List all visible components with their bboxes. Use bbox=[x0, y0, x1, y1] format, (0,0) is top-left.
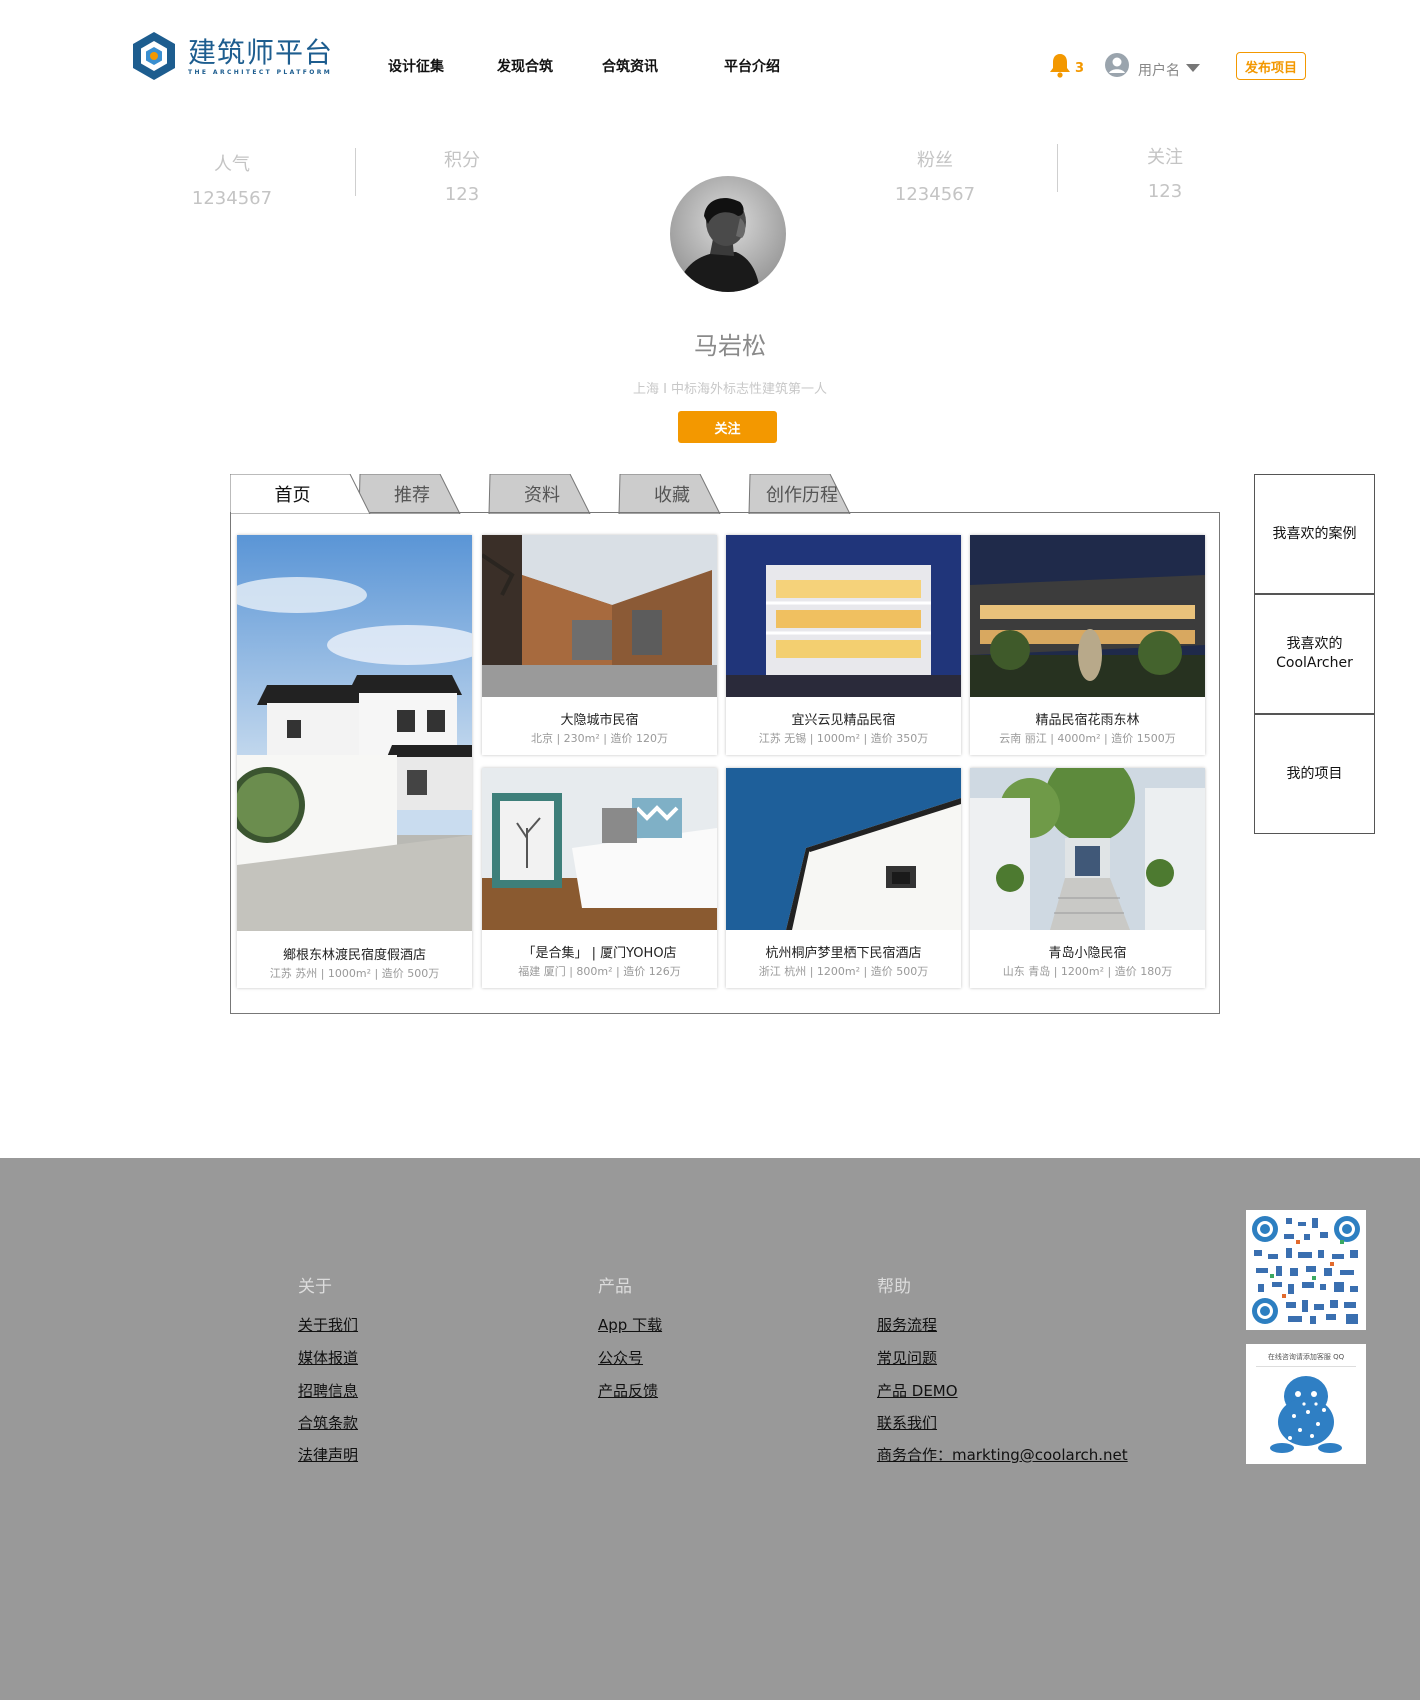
footer-link-media[interactable]: 媒体报道 bbox=[298, 1347, 358, 1368]
stat-points-label: 积分 bbox=[444, 150, 480, 171]
tab-recommend[interactable]: 推荐 bbox=[362, 474, 462, 514]
side-my-projects-label: 我的项目 bbox=[1286, 765, 1343, 782]
project-card[interactable]: 大隐城市民宿 北京 | 230m² | 造价 120万 bbox=[482, 535, 717, 755]
nav-platform-intro[interactable]: 平台介绍 bbox=[724, 56, 780, 76]
footer-about-title: 关于 bbox=[298, 1277, 332, 1297]
project-card[interactable]: 鄉根东林渡民宿度假酒店 江苏 苏州 | 1000m² | 造价 500万 bbox=[237, 535, 472, 988]
footer-link-legal[interactable]: 法律声明 bbox=[298, 1444, 358, 1465]
project-card[interactable]: 「是合集」 | 厦门YOHO店 福建 厦门 | 800m² | 造价 126万 bbox=[482, 768, 717, 988]
project-meta: 江苏 苏州 | 1000m² | 造价 500万 bbox=[269, 967, 440, 980]
stat-popularity: 人气 1234567 bbox=[162, 150, 302, 209]
project-meta: 北京 | 230m² | 造价 120万 bbox=[530, 732, 668, 745]
stat-points: 积分 123 bbox=[392, 146, 532, 205]
side-liked-cases-label: 我喜欢的案例 bbox=[1272, 525, 1357, 542]
stat-fans-label: 粉丝 bbox=[917, 150, 953, 171]
footer-link-faq[interactable]: 常见问题 bbox=[877, 1347, 937, 1368]
project-image bbox=[482, 768, 717, 930]
notification-count: 3 bbox=[1075, 61, 1085, 76]
nav-news[interactable]: 合筑资讯 bbox=[602, 56, 658, 76]
nav-design-collection[interactable]: 设计征集 bbox=[388, 56, 444, 76]
tab-profile-info[interactable]: 资料 bbox=[492, 474, 592, 514]
avatar bbox=[670, 176, 786, 292]
footer-link-jobs[interactable]: 招聘信息 bbox=[298, 1380, 358, 1401]
project-title: 大隐城市民宿 bbox=[560, 713, 639, 728]
bell-icon[interactable] bbox=[1048, 52, 1072, 78]
nav-discover[interactable]: 发现合筑 bbox=[497, 56, 553, 76]
profile-page: 建筑师平台 THE ARCHITECT PLATFORM 设计征集 发现合筑 合… bbox=[0, 0, 1420, 1700]
stat-following-value: 123 bbox=[1147, 181, 1183, 202]
stat-fans: 粉丝 1234567 bbox=[865, 146, 1005, 205]
logo-text-cn: 建筑师平台 bbox=[188, 35, 334, 69]
project-image bbox=[970, 768, 1205, 930]
project-image bbox=[726, 535, 961, 697]
project-title: 精品民宿花雨东林 bbox=[1035, 713, 1140, 728]
tab-creation-history[interactable]: 创作历程 bbox=[752, 474, 852, 514]
project-image bbox=[237, 535, 472, 931]
footer-link-demo[interactable]: 产品 DEMO bbox=[877, 1380, 958, 1401]
project-card[interactable]: 精品民宿花雨东林 云南 丽江 | 4000m² | 造价 1500万 bbox=[970, 535, 1205, 755]
project-card[interactable]: 青岛小隐民宿 山东 青岛 | 1200m² | 造价 180万 bbox=[970, 768, 1205, 988]
footer-link-about-us[interactable]: 关于我们 bbox=[298, 1314, 358, 1335]
project-image bbox=[970, 535, 1205, 697]
project-grid: 鄉根东林渡民宿度假酒店 江苏 苏州 | 1000m² | 造价 500万 大隐城… bbox=[230, 512, 1220, 1014]
stat-fans-value: 1234567 bbox=[894, 184, 976, 205]
project-meta: 山东 青岛 | 1200m² | 造价 180万 bbox=[1002, 965, 1173, 978]
project-title: 青岛小隐民宿 bbox=[1048, 946, 1127, 961]
side-liked-coolarcher[interactable]: 我喜欢的 CoolArcher bbox=[1254, 594, 1375, 714]
footer-link-wechat[interactable]: 公众号 bbox=[598, 1347, 643, 1368]
tab-home[interactable]: 首页 bbox=[230, 474, 355, 514]
tab-favorites[interactable]: 收藏 bbox=[622, 474, 722, 514]
stat-following-label: 关注 bbox=[1147, 147, 1183, 168]
project-title: 「是合集」 | 厦门YOHO店 bbox=[522, 946, 677, 961]
qq-penguin-icon bbox=[1270, 1376, 1342, 1453]
side-liked-cases[interactable]: 我喜欢的案例 bbox=[1254, 474, 1375, 594]
project-card[interactable]: 宜兴云见精品民宿 江苏 无锡 | 1000m² | 造价 350万 bbox=[726, 535, 961, 755]
wechat-qr-code bbox=[1246, 1210, 1366, 1330]
publish-project-button[interactable]: 发布项目 bbox=[1236, 52, 1306, 80]
footer: 关于 关于我们 媒体报道 招聘信息 合筑条款 法律声明 产品 App 下载 公众… bbox=[0, 1158, 1420, 1700]
profile-tabs: 首页 推荐 资料 收藏 创作历程 bbox=[230, 474, 900, 514]
stat-popularity-label: 人气 bbox=[214, 154, 250, 175]
project-title: 宜兴云见精品民宿 bbox=[791, 713, 896, 728]
footer-help-title: 帮助 bbox=[877, 1277, 911, 1297]
stat-points-value: 123 bbox=[444, 184, 480, 205]
site-logo[interactable]: 建筑师平台 THE ARCHITECT PLATFORM bbox=[128, 28, 338, 84]
follow-button[interactable]: 关注 bbox=[678, 411, 777, 443]
footer-link-process[interactable]: 服务流程 bbox=[877, 1314, 937, 1335]
project-title: 鄉根东林渡民宿度假酒店 bbox=[282, 948, 426, 963]
chevron-down-icon[interactable] bbox=[1186, 64, 1200, 72]
divider bbox=[1057, 144, 1058, 192]
footer-product-title: 产品 bbox=[598, 1277, 632, 1297]
side-liked-coolarcher-label-2: CoolArcher bbox=[1276, 655, 1353, 671]
project-title: 杭州桐庐梦里栖下民宿酒店 bbox=[765, 946, 922, 961]
project-meta: 福建 厦门 | 800m² | 造价 126万 bbox=[518, 965, 681, 978]
project-meta: 江苏 无锡 | 1000m² | 造价 350万 bbox=[758, 732, 929, 745]
footer-link-business[interactable]: 商务合作：markting@coolarch.net bbox=[877, 1444, 1128, 1465]
qq-qr-code: 在线咨询请添加客服 QQ bbox=[1246, 1344, 1366, 1464]
divider bbox=[355, 148, 356, 196]
user-avatar-icon[interactable] bbox=[1104, 52, 1130, 78]
footer-link-terms[interactable]: 合筑条款 bbox=[298, 1412, 358, 1433]
username[interactable]: 用户名 bbox=[1138, 60, 1180, 80]
stat-following: 关注 123 bbox=[1095, 143, 1235, 202]
logo-icon bbox=[133, 32, 175, 80]
profile-description: 上海 I 中标海外标志性建筑第一人 bbox=[632, 382, 828, 397]
stat-popularity-value: 1234567 bbox=[191, 188, 273, 209]
project-image bbox=[482, 535, 717, 697]
profile-name: 马岩松 bbox=[694, 332, 766, 360]
project-image bbox=[726, 768, 961, 930]
footer-link-feedback[interactable]: 产品反馈 bbox=[598, 1380, 658, 1401]
footer-link-contact[interactable]: 联系我们 bbox=[877, 1412, 937, 1433]
side-my-projects[interactable]: 我的项目 bbox=[1254, 714, 1375, 834]
logo-text-en: THE ARCHITECT PLATFORM bbox=[188, 68, 333, 76]
project-card[interactable]: 杭州桐庐梦里栖下民宿酒店 浙江 杭州 | 1200m² | 造价 500万 bbox=[726, 768, 961, 988]
project-meta: 浙江 杭州 | 1200m² | 造价 500万 bbox=[758, 965, 929, 978]
project-meta: 云南 丽江 | 4000m² | 造价 1500万 bbox=[999, 732, 1176, 745]
footer-link-app-download[interactable]: App 下载 bbox=[598, 1314, 662, 1335]
side-liked-coolarcher-label: 我喜欢的 bbox=[1286, 636, 1343, 652]
